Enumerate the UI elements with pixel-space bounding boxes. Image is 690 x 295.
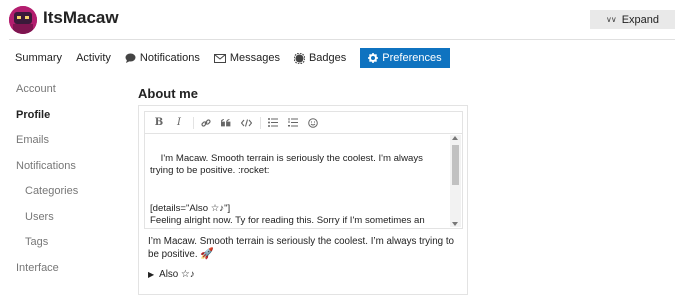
toolbar-divider [193, 116, 194, 129]
profile-header: ItsMacaw ∨∨ Expand [0, 0, 690, 40]
badge-icon [293, 52, 305, 64]
numbered-list-icon[interactable] [285, 115, 301, 131]
bullet-list-icon[interactable] [265, 115, 281, 131]
sidebar-item-profile[interactable]: Profile [16, 108, 116, 134]
tab-badges[interactable]: Badges [293, 48, 347, 68]
sidebar-item-users[interactable]: Users [16, 210, 116, 236]
tab-messages[interactable]: Messages [213, 48, 280, 68]
details-toggle[interactable]: ▶ Also ☆♪ [148, 269, 195, 280]
avatar-image [9, 6, 37, 34]
editor-toolbar: B I [144, 111, 463, 133]
toolbar-divider [260, 116, 261, 129]
code-icon[interactable] [238, 115, 254, 131]
gear-icon [368, 53, 379, 63]
editor-scrollbar[interactable] [450, 135, 461, 227]
about-me-preview: I’m Macaw. Smooth terrain is seriously t… [148, 235, 463, 261]
quote-icon[interactable] [218, 115, 234, 131]
tab-label: Summary [15, 52, 63, 64]
tab-notifications[interactable]: Notifications [125, 48, 200, 68]
about-me-editor: B I I'm Macaw. Smooth terrain is serious… [138, 105, 468, 295]
scroll-down-arrow-icon[interactable] [452, 222, 458, 226]
tab-activity[interactable]: Activity [76, 48, 111, 68]
sidebar-item-interface[interactable]: Interface [16, 261, 116, 287]
sidebar-item-tags[interactable]: Tags [16, 235, 116, 261]
sidebar-item-categories[interactable]: Categories [16, 184, 116, 210]
tab-label: Notifications [139, 52, 200, 64]
disclosure-triangle-icon: ▶ [148, 270, 155, 279]
bold-icon[interactable]: B [151, 115, 167, 131]
editor-text: I'm Macaw. Smooth terrain is seriously t… [150, 152, 425, 229]
tab-summary[interactable]: Summary [15, 48, 62, 68]
tab-label: Preferences [382, 52, 442, 64]
about-me-textarea[interactable]: I'm Macaw. Smooth terrain is seriously t… [144, 133, 463, 229]
username: ItsMacaw [43, 8, 119, 27]
italic-icon[interactable]: I [171, 115, 187, 131]
sidebar-item-notifications[interactable]: Notifications [16, 159, 116, 185]
scroll-up-arrow-icon[interactable] [452, 136, 458, 140]
about-me-title: About me [138, 86, 198, 101]
expand-button[interactable]: ∨∨ Expand [590, 10, 675, 29]
comment-icon [125, 53, 136, 63]
header-divider [9, 39, 675, 40]
tab-label: Badges [308, 52, 347, 64]
tab-preferences[interactable]: Preferences [360, 48, 450, 68]
preview-text: I’m Macaw. Smooth terrain is seriously t… [148, 236, 454, 260]
expand-label: Expand [621, 13, 660, 26]
tab-label: Messages [229, 52, 280, 64]
sidebar-item-emails[interactable]: Emails [16, 133, 116, 159]
user-nav-tabs: Summary Activity Notifications Messages … [9, 48, 464, 68]
avatar[interactable] [9, 6, 37, 34]
preferences-sidebar: Account Profile Emails Notifications Cat… [16, 82, 116, 286]
emoji-icon[interactable] [305, 115, 321, 131]
tab-label: Activity [76, 52, 111, 64]
expand-chevron-icon: ∨∨ [605, 15, 617, 24]
details-label: Also ☆♪ [159, 269, 195, 280]
scroll-thumb[interactable] [452, 145, 459, 185]
link-icon[interactable] [198, 115, 214, 131]
rocket-icon: 🚀 [200, 248, 214, 260]
envelope-icon [213, 53, 226, 63]
sidebar-item-account[interactable]: Account [16, 82, 116, 108]
